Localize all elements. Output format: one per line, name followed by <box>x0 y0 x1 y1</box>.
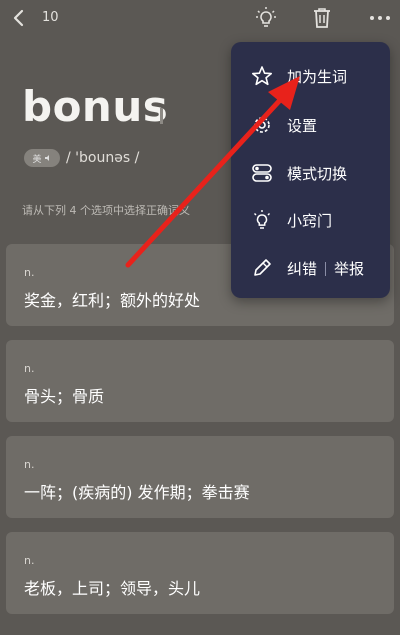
speaker-icon <box>44 155 49 161</box>
phonetic: / 'bounəs / <box>66 150 140 166</box>
trash-icon[interactable] <box>311 6 333 30</box>
menu-item-label-report[interactable]: 举报 <box>334 260 364 278</box>
mode-switch-icon <box>252 164 272 182</box>
part-of-speech: n. <box>24 362 35 375</box>
menu-item-tips[interactable]: 小窍门 <box>231 200 390 240</box>
menu-item-label: 加为生词 <box>287 67 348 86</box>
star-icon <box>251 66 273 86</box>
pronunciation-button[interactable]: 美 <box>24 149 60 167</box>
option-card[interactable]: n. 一阵；(疾病的) 发作期；拳击赛 <box>6 436 394 518</box>
option-card[interactable]: n. 老板，上司；领导，头儿 <box>6 532 394 614</box>
menu-item-settings[interactable]: 设置 <box>231 105 390 145</box>
phonetic-row: 美 / 'bounəs / <box>24 148 139 168</box>
option-card[interactable]: n. 骨头；骨质 <box>6 340 394 422</box>
bulb-icon[interactable] <box>254 6 278 30</box>
definition: 一阵；(疾病的) 发作期；拳击赛 <box>24 483 250 502</box>
menu-item-add-vocab[interactable]: 加为生词 <box>231 56 390 96</box>
more-icon[interactable] <box>368 8 392 28</box>
word-count: 10 <box>42 10 59 25</box>
word-title: bonus <box>22 82 169 131</box>
menu-item-report[interactable]: 纠错 举报 <box>231 248 390 288</box>
pen-icon <box>254 259 271 276</box>
definition: 骨头；骨质 <box>24 387 105 406</box>
text-caret <box>160 108 163 124</box>
menu-item-label: 小窍门 <box>287 211 333 230</box>
definition: 奖金，红利；额外的好处 <box>24 291 201 310</box>
menu-item-label: 纠错 举报 <box>287 258 364 279</box>
part-of-speech: n. <box>24 554 35 567</box>
part-of-speech: n. <box>24 266 35 279</box>
definition: 老板，上司；领导，头儿 <box>24 579 201 598</box>
accent-label: 美 <box>32 154 42 165</box>
menu-item-label-correct[interactable]: 纠错 <box>287 260 317 278</box>
menu-item-label: 设置 <box>287 116 318 135</box>
top-bar: 10 <box>0 0 400 38</box>
separator <box>325 261 327 276</box>
menu-item-label: 模式切换 <box>287 164 348 183</box>
instruction-text: 请从下列 4 个选项中选择正确词义 <box>22 204 190 217</box>
menu-item-mode-switch[interactable]: 模式切换 <box>231 153 390 193</box>
settings-icon <box>254 117 270 133</box>
back-icon[interactable] <box>10 8 28 28</box>
more-menu: 加为生词 设置 模式切换 小窍门 纠错 举报 <box>231 42 390 298</box>
part-of-speech: n. <box>24 458 35 471</box>
bulb-icon <box>254 210 270 229</box>
